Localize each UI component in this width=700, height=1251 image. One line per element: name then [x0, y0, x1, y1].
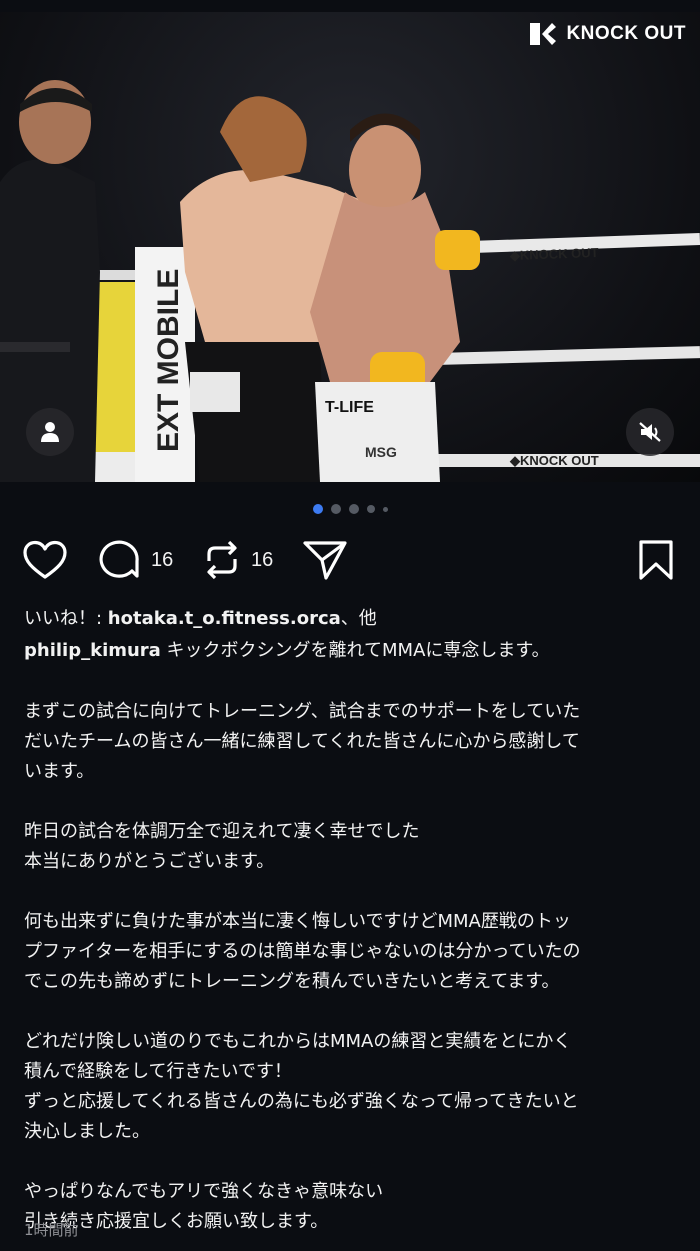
caption-text: キックボクシングを離れてMMAに専念します。	[160, 640, 550, 661]
user-tag-button[interactable]	[26, 408, 74, 456]
comment-count: 16	[151, 548, 174, 571]
repost-button[interactable]: 16	[203, 538, 273, 582]
fight-scene-image: EXT MOBILE T-LIFE MSG ◆KNOCK OUT ◆KNOCK …	[0, 80, 700, 482]
caption-line: まずこの試合に向けてトレーニング、試合までのサポートをしていた	[24, 701, 581, 722]
mute-button[interactable]	[626, 408, 674, 456]
comment-button[interactable]: 16	[99, 538, 173, 582]
svg-text:MSG: MSG	[365, 444, 397, 460]
caption-line: 昨日の試合を体調万全で迎えれて凄く幸せでした	[24, 821, 420, 842]
caption-paragraph: 何も出来ずに負けた事が本当に凄く悔しいですけどMMA歴戦のトッ プファイターを相…	[24, 907, 684, 997]
caption-line: います。	[24, 761, 95, 782]
save-button[interactable]	[638, 538, 674, 582]
person-icon	[41, 422, 59, 442]
watermark-text: KNOCK OUT	[566, 23, 686, 44]
caption-paragraph: どれだけ険しい道のりでもこれからはMMAの練習と実績をとにかく 積んで経験をして…	[24, 1027, 684, 1147]
caption-line: やっぱりなんでもアリで強くなきゃ意味ない	[24, 1181, 384, 1202]
heart-icon	[23, 540, 67, 579]
caption-line: でこの先も諦めずにトレーニングを積んでいきたいと考えてます。	[24, 971, 560, 992]
caption-paragraph: 昨日の試合を体調万全で迎えれて凄く幸せでした 本当にありがとうございます。	[24, 817, 684, 877]
caption-line: ずっと応援してくれる皆さんの為にも必ず強くなって帰ってきたいと	[24, 1091, 579, 1112]
caption: philip_kimura キックボクシングを離れてMMAに専念します。 まずこ…	[24, 635, 684, 1237]
carousel-dot	[382, 506, 388, 512]
repost-count: 16	[251, 548, 274, 571]
like-button[interactable]	[22, 538, 68, 582]
post-timestamp: 1時間前	[24, 1221, 79, 1239]
share-button[interactable]	[302, 538, 348, 582]
caption-line: 何も出来ずに負けた事が本当に凄く悔しいですけどMMA歴戦のトッ	[24, 911, 571, 932]
instagram-post: EXT MOBILE T-LIFE MSG ◆KNOCK OUT ◆KNOCK …	[0, 0, 700, 1251]
svg-text:◆KNOCK OUT: ◆KNOCK OUT	[509, 245, 599, 263]
likes-prefix: いいね！:	[24, 608, 108, 629]
post-photo[interactable]: EXT MOBILE T-LIFE MSG ◆KNOCK OUT ◆KNOCK …	[0, 12, 700, 482]
carousel-dot	[366, 505, 375, 513]
caption-first-line: philip_kimura キックボクシングを離れてMMAに専念します。	[24, 635, 684, 667]
post-action-bar: 16 16	[0, 538, 700, 582]
svg-text:T-LIFE: T-LIFE	[325, 399, 374, 416]
svg-text:◆KNOCK OUT: ◆KNOCK OUT	[509, 453, 599, 468]
carousel-dot	[348, 504, 359, 514]
send-icon	[303, 541, 347, 580]
bookmark-icon	[639, 540, 673, 580]
caption-line: プファイターを相手にするのは簡単な事じゃないのは分かっていたの	[24, 941, 581, 962]
caption-username[interactable]: philip_kimura	[24, 640, 161, 661]
speaker-muted-icon	[639, 422, 661, 442]
likes-summary[interactable]: いいね！: hotaka.t_o.fitness.orca、他	[24, 603, 684, 635]
knockout-logo-icon	[530, 23, 557, 45]
caption-line: だいたチームの皆さん一緒に練習してくれた皆さんに心から感謝して	[24, 731, 580, 752]
carousel-dot	[330, 504, 341, 514]
likes-suffix: 、他	[340, 608, 377, 629]
caption-paragraph: まずこの試合に向けてトレーニング、試合までのサポートをしていた だいたチームの皆…	[24, 697, 684, 787]
repost-icon	[207, 540, 237, 580]
caption-line: 引き続き応援宜しくお願い致します。	[24, 1211, 329, 1232]
svg-text:EXT MOBILE: EXT MOBILE	[152, 269, 185, 452]
caption-line: どれだけ険しい道のりでもこれからはMMAの練習と実績をとにかく	[24, 1031, 572, 1052]
post-text: いいね！: hotaka.t_o.fitness.orca、他 philip_k…	[24, 603, 684, 1237]
carousel-dot	[312, 504, 323, 514]
carousel-indicator	[0, 504, 700, 514]
caption-paragraph: やっぱりなんでもアリで強くなきゃ意味ない 引き続き応援宜しくお願い致します。	[24, 1177, 684, 1237]
caption-line: 本当にありがとうございます。	[24, 851, 275, 872]
comment-icon	[99, 540, 139, 578]
knockout-watermark: KNOCK OUT	[528, 20, 686, 48]
caption-line: 決心しました。	[24, 1121, 150, 1142]
caption-line: 積んで経験をして行きたいです！	[24, 1061, 293, 1082]
likes-username[interactable]: hotaka.t_o.fitness.orca	[108, 608, 341, 629]
